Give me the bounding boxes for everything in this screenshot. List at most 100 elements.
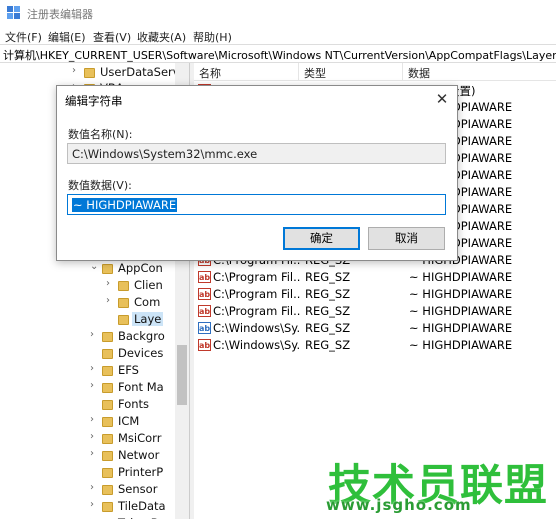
menu-help[interactable]: 帮助(H) [193, 29, 232, 45]
menu-favorites[interactable]: 收藏夹(A) [137, 29, 186, 45]
tree-item[interactable]: › EFS [90, 363, 175, 380]
address-path[interactable]: 计算机\HKEY_CURRENT_USER\Software\Microsoft… [3, 47, 556, 63]
folder-icon [118, 315, 129, 325]
tree-item-label: Devices [118, 346, 164, 360]
column-separator[interactable] [298, 63, 299, 81]
folder-icon [118, 281, 129, 291]
list-item[interactable]: abC:\Program Fil... REG_SZ ~ HIGHDPIAWARE [194, 286, 556, 303]
tree-item-label: TileData [118, 499, 166, 513]
tree-item[interactable]: ⌄ AppCon [90, 261, 175, 278]
list-item[interactable]: abC:\Program Fil... REG_SZ ~ HIGHDPIAWARE [194, 303, 556, 320]
column-data[interactable]: 数据 [408, 65, 430, 81]
tree-item[interactable]: › Clien [106, 278, 175, 295]
chevron-right-icon[interactable]: › [90, 414, 100, 425]
chevron-right-icon[interactable]: › [90, 363, 100, 374]
tree-item-label: Font Ma [118, 380, 164, 394]
tree-item-label: ICM [118, 414, 140, 428]
column-type[interactable]: 类型 [304, 65, 326, 81]
string-value-icon: ab [198, 322, 211, 334]
tree-item[interactable]: › Sensor [90, 482, 175, 499]
dialog-title: 编辑字符串 [65, 94, 123, 108]
chevron-right-icon[interactable]: › [106, 295, 116, 306]
chevron-right-icon[interactable]: › [72, 65, 82, 76]
menu-view[interactable]: 查看(V) [93, 29, 131, 45]
chevron-right-icon[interactable]: › [106, 278, 116, 289]
tree-item-label: Sensor [118, 482, 158, 496]
cell-name: C:\Program Fil... [213, 287, 301, 301]
menu-file[interactable]: 文件(F) [5, 29, 42, 45]
tree-item-label: Backgro [118, 329, 165, 343]
chevron-down-icon[interactable]: ⌄ [90, 261, 100, 272]
menu-edit[interactable]: 编辑(E) [48, 29, 86, 45]
tree-item-label: MsiCorr [118, 431, 162, 445]
address-bar[interactable]: 计算机\HKEY_CURRENT_USER\Software\Microsoft… [0, 44, 556, 63]
cell-type: REG_SZ [305, 270, 351, 284]
chevron-right-icon[interactable]: › [90, 499, 100, 510]
string-value-icon: ab [198, 305, 211, 317]
folder-icon [118, 298, 129, 308]
tree-item[interactable]: › Com [106, 295, 175, 312]
tree-item[interactable]: › UserDataServi [72, 65, 183, 82]
cell-name: C:\Windows\Sy... [213, 321, 301, 335]
value-data-input[interactable]: ~ HIGHDPIAWARE [67, 194, 446, 215]
watermark-url: www.jsgho.com [326, 496, 472, 514]
cell-type: REG_SZ [305, 338, 351, 352]
value-name-label: 数值名称(N): [68, 128, 133, 141]
value-data-label: 数值数据(V): [68, 179, 132, 192]
chevron-right-icon[interactable]: › [90, 329, 100, 340]
tree-item[interactable]: PrinterP [90, 465, 175, 482]
tree-item[interactable]: › Backgro [90, 329, 175, 346]
tree-item[interactable]: › Networ [90, 448, 175, 465]
tree-item-label: Laye [132, 312, 164, 326]
list-header: 名称 类型 数据 [194, 63, 556, 81]
folder-icon [102, 417, 113, 427]
folder-icon [84, 68, 95, 78]
cell-type: REG_SZ [305, 287, 351, 301]
tree-item[interactable]: Laye [106, 312, 175, 329]
column-name[interactable]: 名称 [199, 65, 221, 81]
folder-icon [102, 264, 113, 274]
string-value-icon: ab [198, 271, 211, 283]
edit-string-dialog: 编辑字符串 ✕ 数值名称(N): C:\Windows\System32\mmc… [56, 85, 458, 261]
cell-name: C:\Program Fil... [213, 304, 301, 318]
cell-data: ~ HIGHDPIAWARE [409, 304, 513, 318]
tree-item-label: Com [134, 295, 161, 309]
folder-icon [102, 366, 113, 376]
string-value-icon: ab [198, 288, 211, 300]
cancel-button[interactable]: 取消 [368, 227, 445, 250]
list-item[interactable]: ab C:\Windows\Sy... REG_SZ ~ HIGHDPIAWARE [194, 337, 556, 354]
close-icon[interactable]: ✕ [431, 89, 453, 109]
folder-icon [102, 485, 113, 495]
list-item[interactable]: ab C:\Windows\Sy... REG_SZ ~ HIGHDPIAWARE [194, 320, 556, 337]
tree-item-label: PrinterP [118, 465, 164, 479]
chevron-right-icon[interactable]: › [90, 482, 100, 493]
folder-icon [102, 502, 113, 512]
value-name-text: C:\Windows\System32\mmc.exe [72, 147, 258, 161]
registry-editor-icon [7, 6, 20, 19]
tree-item-label: UserDataServi [100, 65, 183, 79]
menu-bar: 文件(F) 编辑(E) 查看(V) 收藏夹(A) 帮助(H) [0, 26, 556, 46]
tree-item[interactable]: › TileData [90, 499, 175, 516]
tree-item[interactable]: › MsiCorr [90, 431, 175, 448]
tree-item[interactable]: Devices [90, 346, 175, 363]
tree-item[interactable]: › ICM [90, 414, 175, 431]
tree-item-label: EFS [118, 363, 139, 377]
tree-item[interactable]: › Font Ma [90, 380, 175, 397]
tree-item[interactable]: Fonts [90, 397, 175, 414]
cell-type: REG_SZ [305, 321, 351, 335]
cell-data: ~ HIGHDPIAWARE [409, 321, 513, 335]
value-data-text[interactable]: ~ HIGHDPIAWARE [72, 198, 178, 212]
chevron-right-icon[interactable]: › [90, 431, 100, 442]
folder-icon [102, 451, 113, 461]
cell-name: C:\Windows\Sy... [213, 338, 301, 352]
tree-scrollbar-thumb[interactable] [177, 345, 187, 405]
ok-button[interactable]: 确定 [283, 227, 360, 250]
tree-item-label: Clien [134, 278, 163, 292]
column-separator[interactable] [402, 63, 403, 81]
folder-icon [102, 383, 113, 393]
chevron-right-icon[interactable]: › [90, 380, 100, 391]
folder-icon [102, 332, 113, 342]
list-item[interactable]: abC:\Program Fil... REG_SZ ~ HIGHDPIAWARE [194, 269, 556, 286]
chevron-right-icon[interactable]: › [90, 448, 100, 459]
tree-item-label: AppCon [118, 261, 163, 275]
